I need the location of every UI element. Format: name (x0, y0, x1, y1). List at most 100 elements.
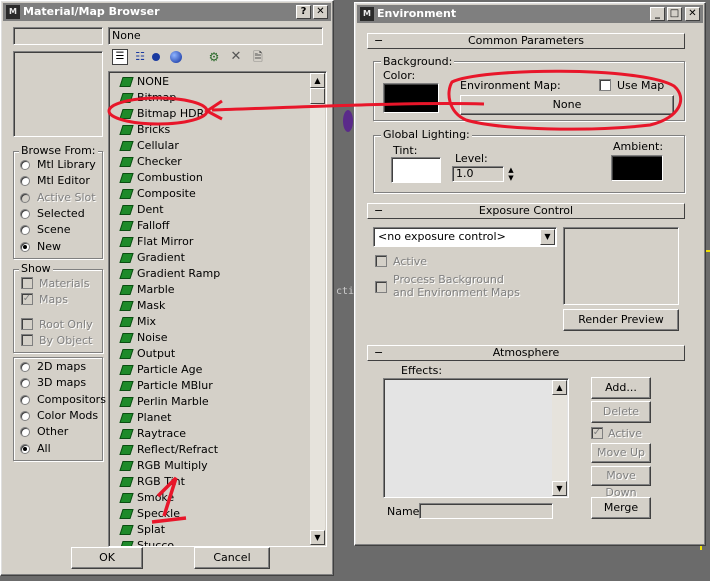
scroll-up-arrow-icon[interactable]: ▲ (552, 380, 567, 395)
move-down-button[interactable]: Move Down (591, 466, 651, 499)
map-list-item[interactable]: Marble (111, 282, 307, 298)
map-list-item[interactable]: Mix (111, 314, 307, 330)
map-list-item[interactable]: RGB Tint (111, 474, 307, 490)
map-list-item[interactable]: Composite (111, 186, 307, 202)
use-map-checkbox[interactable] (599, 79, 611, 91)
view-small-icons-icon[interactable] (152, 53, 160, 61)
show-checkbox-materials[interactable] (21, 277, 33, 289)
search-input[interactable] (13, 27, 103, 45)
map-list-scrollbar[interactable]: ▲ ▼ (310, 73, 325, 545)
scroll-thumb[interactable] (310, 88, 325, 104)
show-checkbox-maps[interactable]: ✓ (21, 293, 33, 305)
scroll-down-arrow-icon[interactable]: ▼ (552, 481, 567, 496)
scroll-up-arrow-icon[interactable]: ▲ (310, 73, 325, 88)
use-map-label: Use Map (617, 79, 665, 92)
maximize-button[interactable]: □ (667, 7, 682, 21)
browse-from-radio-mtl-library[interactable] (20, 160, 30, 170)
map-list-item[interactable]: Cellular (111, 138, 307, 154)
map-list-item[interactable]: Dent (111, 202, 307, 218)
render-preview-button[interactable]: Render Preview (563, 309, 679, 331)
tint-color-swatch[interactable] (391, 157, 441, 183)
map-list-item[interactable]: Noise (111, 330, 307, 346)
view-list-icons-icon[interactable]: ☷ (132, 49, 148, 65)
map-list-item[interactable]: Speckle (111, 506, 307, 522)
background-label: Background: (381, 55, 455, 68)
map-item-label: Reflect/Refract (137, 443, 219, 456)
delete-icon[interactable]: ✕ (228, 49, 244, 65)
process-background-checkbox[interactable] (375, 281, 387, 293)
atmosphere-rollout[interactable]: − Atmosphere (367, 345, 685, 361)
effects-list[interactable]: ▲ ▼ (383, 378, 569, 498)
map-list-item[interactable]: Falloff (111, 218, 307, 234)
max-app-icon: M (6, 5, 20, 19)
map-type-icon (119, 413, 134, 423)
filter-radio-compositors[interactable] (20, 394, 30, 405)
effect-name-field[interactable] (419, 503, 553, 519)
scroll-down-arrow-icon[interactable]: ▼ (310, 530, 325, 545)
map-list-item[interactable]: Output (111, 346, 307, 362)
exposure-active-checkbox[interactable] (375, 255, 387, 267)
cancel-button[interactable]: Cancel (194, 547, 270, 569)
map-list-item[interactable]: Particle MBlur (111, 378, 307, 394)
map-list-item[interactable]: Checker (111, 154, 307, 170)
effects-scrollbar[interactable]: ▲ ▼ (552, 380, 567, 496)
effect-active-checkbox[interactable]: ✓ (591, 427, 603, 439)
current-map-field[interactable]: None (108, 27, 323, 45)
map-list-item[interactable]: Planet (111, 410, 307, 426)
map-list-item[interactable]: Smoke (111, 490, 307, 506)
common-parameters-rollout[interactable]: − Common Parameters (367, 33, 685, 49)
browse-from-radio-selected[interactable] (20, 208, 30, 219)
update-scene-icon[interactable]: ⚙ (206, 49, 222, 65)
help-button[interactable]: ? (296, 5, 311, 19)
minimize-button[interactable]: _ (650, 7, 665, 21)
show-checkbox-root-only[interactable] (21, 318, 33, 330)
map-list[interactable]: NONE Bitmap Bitmap HDR Bricks Cellular Checke… (108, 71, 327, 547)
filter-radio-2d-maps[interactable] (20, 362, 30, 372)
map-list-item[interactable]: Stucco (111, 538, 307, 546)
environment-map-button[interactable]: None (460, 95, 674, 115)
map-list-item[interactable]: Reflect/Refract (111, 442, 307, 458)
map-list-item[interactable]: Bitmap HDR (111, 106, 307, 122)
view-large-icons-icon[interactable] (170, 51, 182, 63)
filter-radio-color-mods[interactable] (20, 410, 30, 421)
close-button[interactable]: ✕ (313, 5, 328, 19)
filter-radio-all[interactable] (20, 443, 30, 454)
delete-effect-button[interactable]: Delete (591, 401, 651, 423)
show-checkbox-by-object[interactable] (21, 334, 33, 346)
map-list-item[interactable]: Gradient Ramp (111, 266, 307, 282)
material-browser-titlebar[interactable]: M Material/Map Browser ? ✕ (3, 3, 331, 21)
map-list-item[interactable]: Gradient (111, 250, 307, 266)
environment-titlebar[interactable]: M Environment _ □ ✕ (357, 5, 703, 23)
map-list-item[interactable]: Bricks (111, 122, 307, 138)
add-effect-button[interactable]: Add... (591, 377, 651, 399)
map-list-item[interactable]: Perlin Marble (111, 394, 307, 410)
browse-from-radio-active-slot[interactable] (20, 192, 30, 203)
exposure-control-dropdown[interactable]: <no exposure control> ▼ (373, 227, 557, 247)
max-app-icon: M (360, 7, 374, 21)
map-list-item[interactable]: Particle Age (111, 362, 307, 378)
dropdown-arrow-icon[interactable]: ▼ (540, 229, 555, 245)
map-list-item[interactable]: Mask (111, 298, 307, 314)
level-spinner-arrows-icon[interactable]: ▲ ▼ (506, 166, 516, 182)
close-button[interactable]: ✕ (685, 7, 700, 21)
effect-active-label: Active (608, 427, 643, 440)
ambient-color-swatch[interactable] (611, 155, 663, 181)
exposure-control-rollout[interactable]: − Exposure Control (367, 203, 685, 219)
merge-button[interactable]: Merge (591, 497, 651, 519)
level-spinner-field[interactable]: 1.0 (452, 166, 504, 182)
map-list-item[interactable]: NONE (111, 74, 307, 90)
move-up-button[interactable]: Move Up (591, 443, 651, 463)
map-list-item[interactable]: Flat Mirror (111, 234, 307, 250)
view-list-icon[interactable]: ☰ (112, 49, 128, 65)
browse-from-radio-new[interactable] (20, 241, 30, 252)
map-list-item[interactable]: Splat (111, 522, 307, 538)
map-list-item[interactable]: Raytrace (111, 426, 307, 442)
map-list-item[interactable]: Combustion (111, 170, 307, 186)
map-type-icon (119, 317, 134, 327)
background-color-swatch[interactable] (383, 83, 439, 113)
map-list-item[interactable]: Bitmap (111, 90, 307, 106)
ok-button[interactable]: OK (71, 547, 143, 569)
map-type-icon (119, 461, 134, 471)
map-list-item[interactable]: RGB Multiply (111, 458, 307, 474)
clear-library-icon[interactable]: 🗎 (250, 49, 266, 65)
